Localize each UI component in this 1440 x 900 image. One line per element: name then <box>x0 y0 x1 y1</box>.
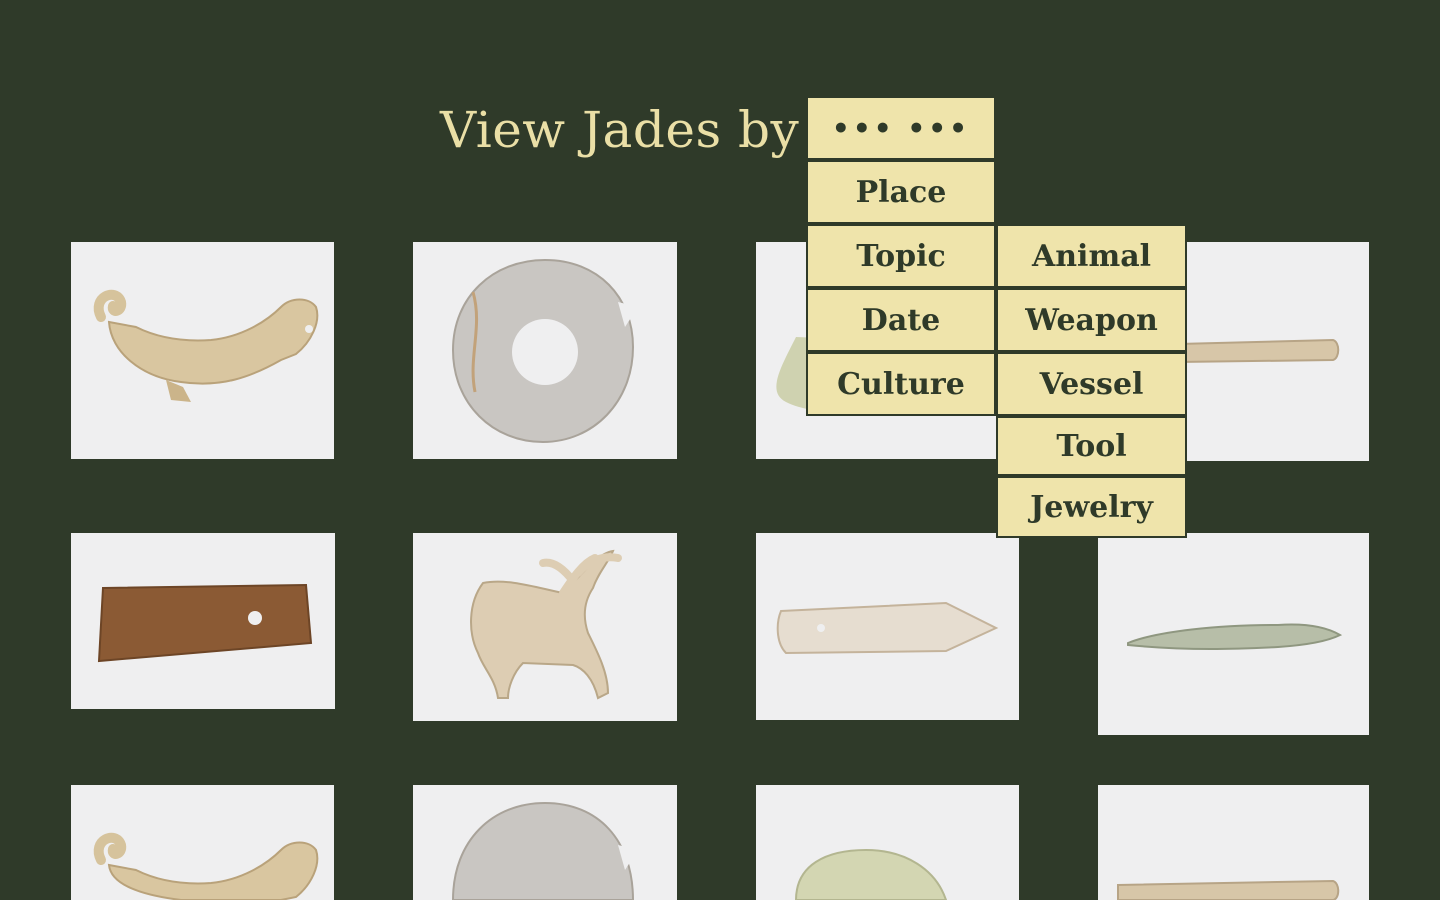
gallery-item-awl-tool-2[interactable] <box>1098 785 1369 900</box>
gallery-item-dragon-pendant[interactable] <box>71 242 334 459</box>
gallery-item-dragon-pendant-2[interactable] <box>71 785 334 900</box>
dragon-pendant-icon <box>93 289 319 402</box>
gallery-item-perforated-plaque[interactable] <box>71 533 335 709</box>
gallery-item-jade-carving-2[interactable] <box>756 785 1019 900</box>
deer-figure-icon <box>470 549 622 700</box>
notched-disc-icon <box>451 801 638 900</box>
gallery-item-fish-figure[interactable] <box>1098 533 1369 735</box>
blade-icon <box>776 601 999 655</box>
notched-disc-icon <box>451 258 638 444</box>
perforated-plaque-icon <box>97 583 313 663</box>
gallery-item-blade[interactable] <box>756 533 1019 720</box>
awl-tool-icon <box>1117 879 1340 900</box>
menu-item-topic[interactable]: Topic <box>806 224 996 288</box>
gallery-item-deer-figure[interactable] <box>413 533 677 721</box>
submenu-item-jewelry[interactable]: Jewelry <box>996 476 1187 538</box>
gallery-item-notched-disc-2[interactable] <box>413 785 677 900</box>
menu-item-date[interactable]: Date <box>806 288 996 352</box>
menu-item-place[interactable]: Place <box>806 160 996 224</box>
jade-carving-icon <box>794 848 948 900</box>
submenu-item-vessel[interactable]: Vessel <box>996 352 1187 416</box>
submenu-item-tool[interactable]: Tool <box>996 416 1187 476</box>
submenu-item-animal[interactable]: Animal <box>996 224 1187 288</box>
fish-figure-icon <box>1127 623 1343 650</box>
page-title: View Jades by <box>440 101 800 159</box>
dragon-pendant-icon <box>93 832 319 900</box>
submenu-item-weapon[interactable]: Weapon <box>996 288 1187 352</box>
gallery-item-notched-disc[interactable] <box>413 242 677 459</box>
view-by-dropdown-button[interactable]: ••• ••• <box>806 96 996 160</box>
menu-item-culture[interactable]: Culture <box>806 352 996 416</box>
